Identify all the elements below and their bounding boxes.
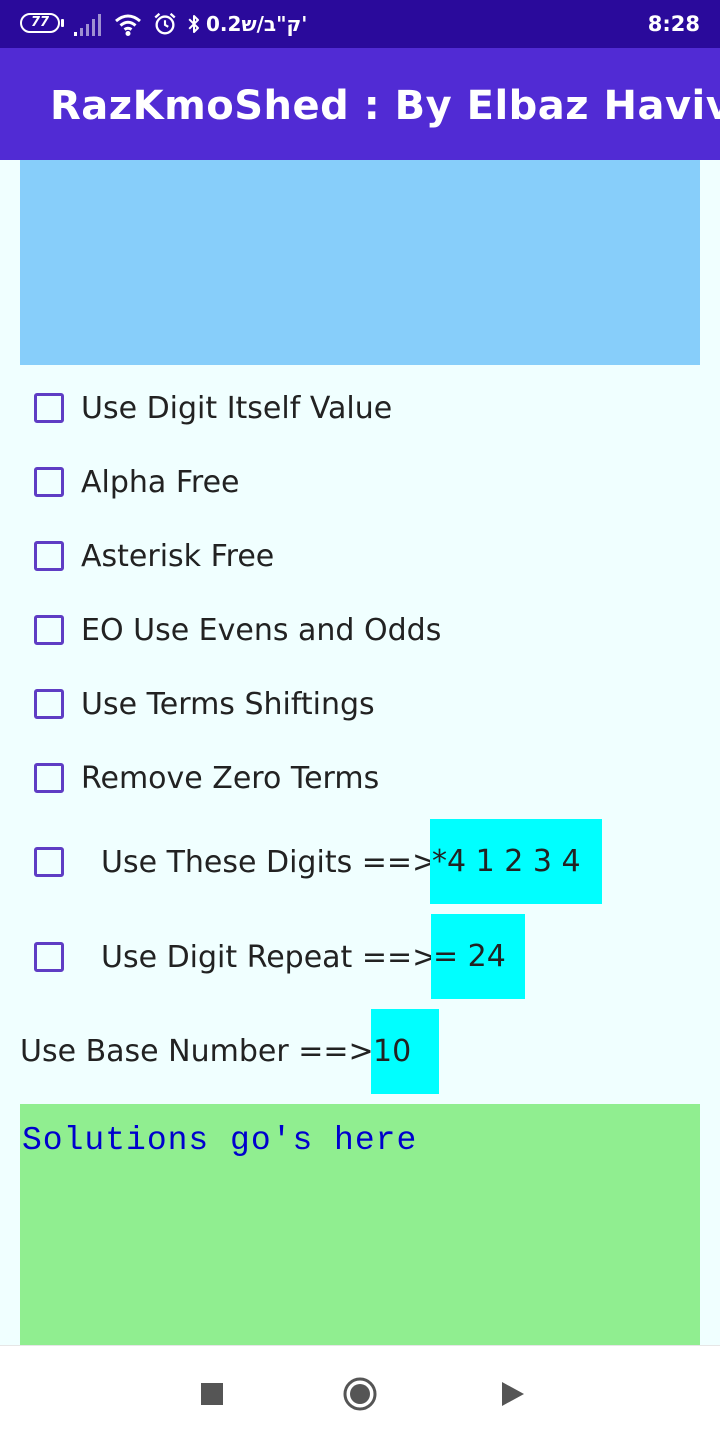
bluetooth-icon	[188, 15, 199, 33]
checkbox[interactable]	[34, 393, 64, 423]
checkbox[interactable]	[34, 847, 64, 877]
checkbox[interactable]	[34, 615, 64, 645]
checkbox[interactable]	[34, 689, 64, 719]
option-label: Use Digit Itself Value	[81, 390, 393, 426]
clock: 8:28	[647, 12, 700, 36]
option-eo-use-evens-and-odds[interactable]: EO Use Evens and Odds	[34, 610, 441, 650]
checkbox[interactable]	[34, 541, 64, 571]
battery-icon: 77	[20, 13, 60, 33]
app-bar: RazKmoShed : By Elbaz Haviv	[0, 48, 720, 160]
option-label: Remove Zero Terms	[81, 760, 380, 796]
carrier-text: 0.2ק"ב/ש'	[206, 12, 308, 36]
option-label: Asterisk Free	[81, 538, 275, 574]
repeat-input[interactable]: = 24	[431, 914, 525, 999]
option-use-terms-shiftings[interactable]: Use Terms Shiftings	[34, 684, 375, 724]
checkbox[interactable]	[34, 763, 64, 793]
checkbox[interactable]	[34, 942, 64, 972]
option-label: Alpha Free	[81, 464, 240, 500]
triangle-back-icon[interactable]	[495, 1376, 531, 1412]
option-use-these-digits[interactable]: Use These Digits ==>	[34, 842, 437, 882]
base-number-label: Use Base Number ==>	[20, 1034, 374, 1069]
option-label: EO Use Evens and Odds	[81, 612, 442, 648]
option-remove-zero-terms[interactable]: Remove Zero Terms	[34, 758, 379, 798]
navigation-bar	[0, 1345, 720, 1440]
solutions-area[interactable]: Solutions go's here	[20, 1104, 700, 1345]
top-panel	[20, 160, 700, 365]
app-title: RazKmoShed : By Elbaz Haviv	[50, 83, 720, 129]
option-use-digit-repeat[interactable]: Use Digit Repeat ==>	[34, 937, 437, 977]
option-use-digit-itself-value[interactable]: Use Digit Itself Value	[34, 388, 392, 428]
checkbox[interactable]	[34, 467, 64, 497]
signal-icon	[74, 14, 101, 36]
option-asterisk-free[interactable]: Asterisk Free	[34, 536, 274, 576]
option-label: Use These Digits ==>	[101, 844, 438, 880]
option-alpha-free[interactable]: Alpha Free	[34, 462, 240, 502]
option-label: Use Terms Shiftings	[81, 686, 375, 722]
alarm-icon	[154, 12, 176, 35]
solutions-text: Solutions go's here	[22, 1122, 418, 1159]
base-number-input[interactable]: 10	[371, 1009, 439, 1094]
option-label: Use Digit Repeat ==>	[101, 939, 438, 975]
square-recents-icon[interactable]	[194, 1376, 230, 1412]
digits-input[interactable]: *4 1 2 3 4	[430, 819, 602, 904]
circle-home-icon[interactable]	[342, 1376, 378, 1412]
battery-level: 77	[30, 15, 50, 30]
battery-tip	[61, 19, 64, 27]
status-bar: 77 0.2ק"ב/ש' 8:28	[0, 0, 720, 48]
wifi-icon	[115, 14, 141, 36]
